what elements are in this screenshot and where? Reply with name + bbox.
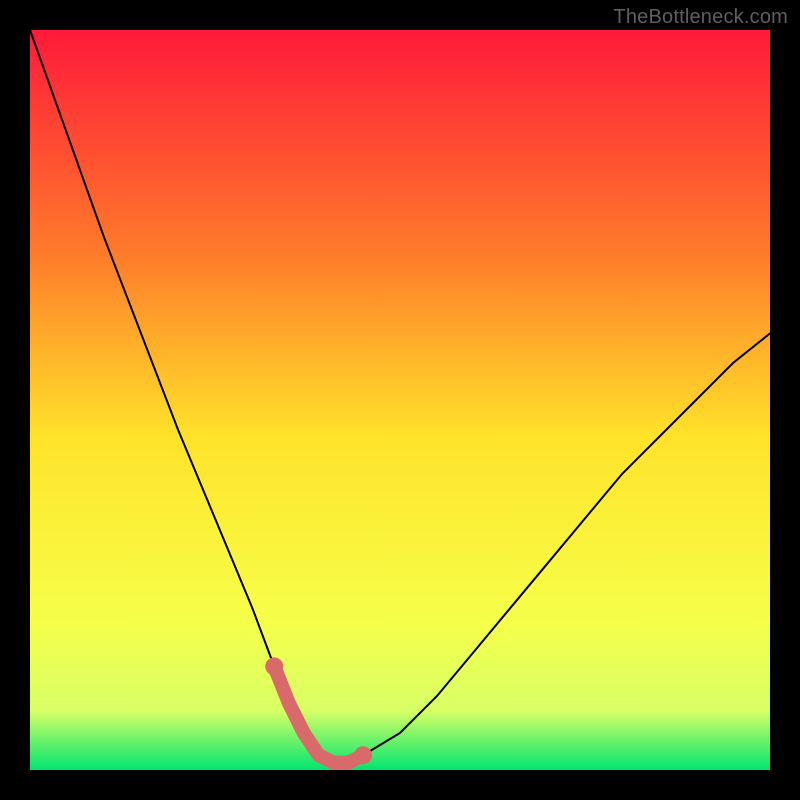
gradient-background [30,30,770,770]
chart-frame: TheBottleneck.com [0,0,800,800]
bottleneck-chart [30,30,770,770]
highlight-endpoint-dot [354,746,372,764]
watermark-text: TheBottleneck.com [613,6,788,29]
highlight-endpoint-dot [265,657,283,675]
